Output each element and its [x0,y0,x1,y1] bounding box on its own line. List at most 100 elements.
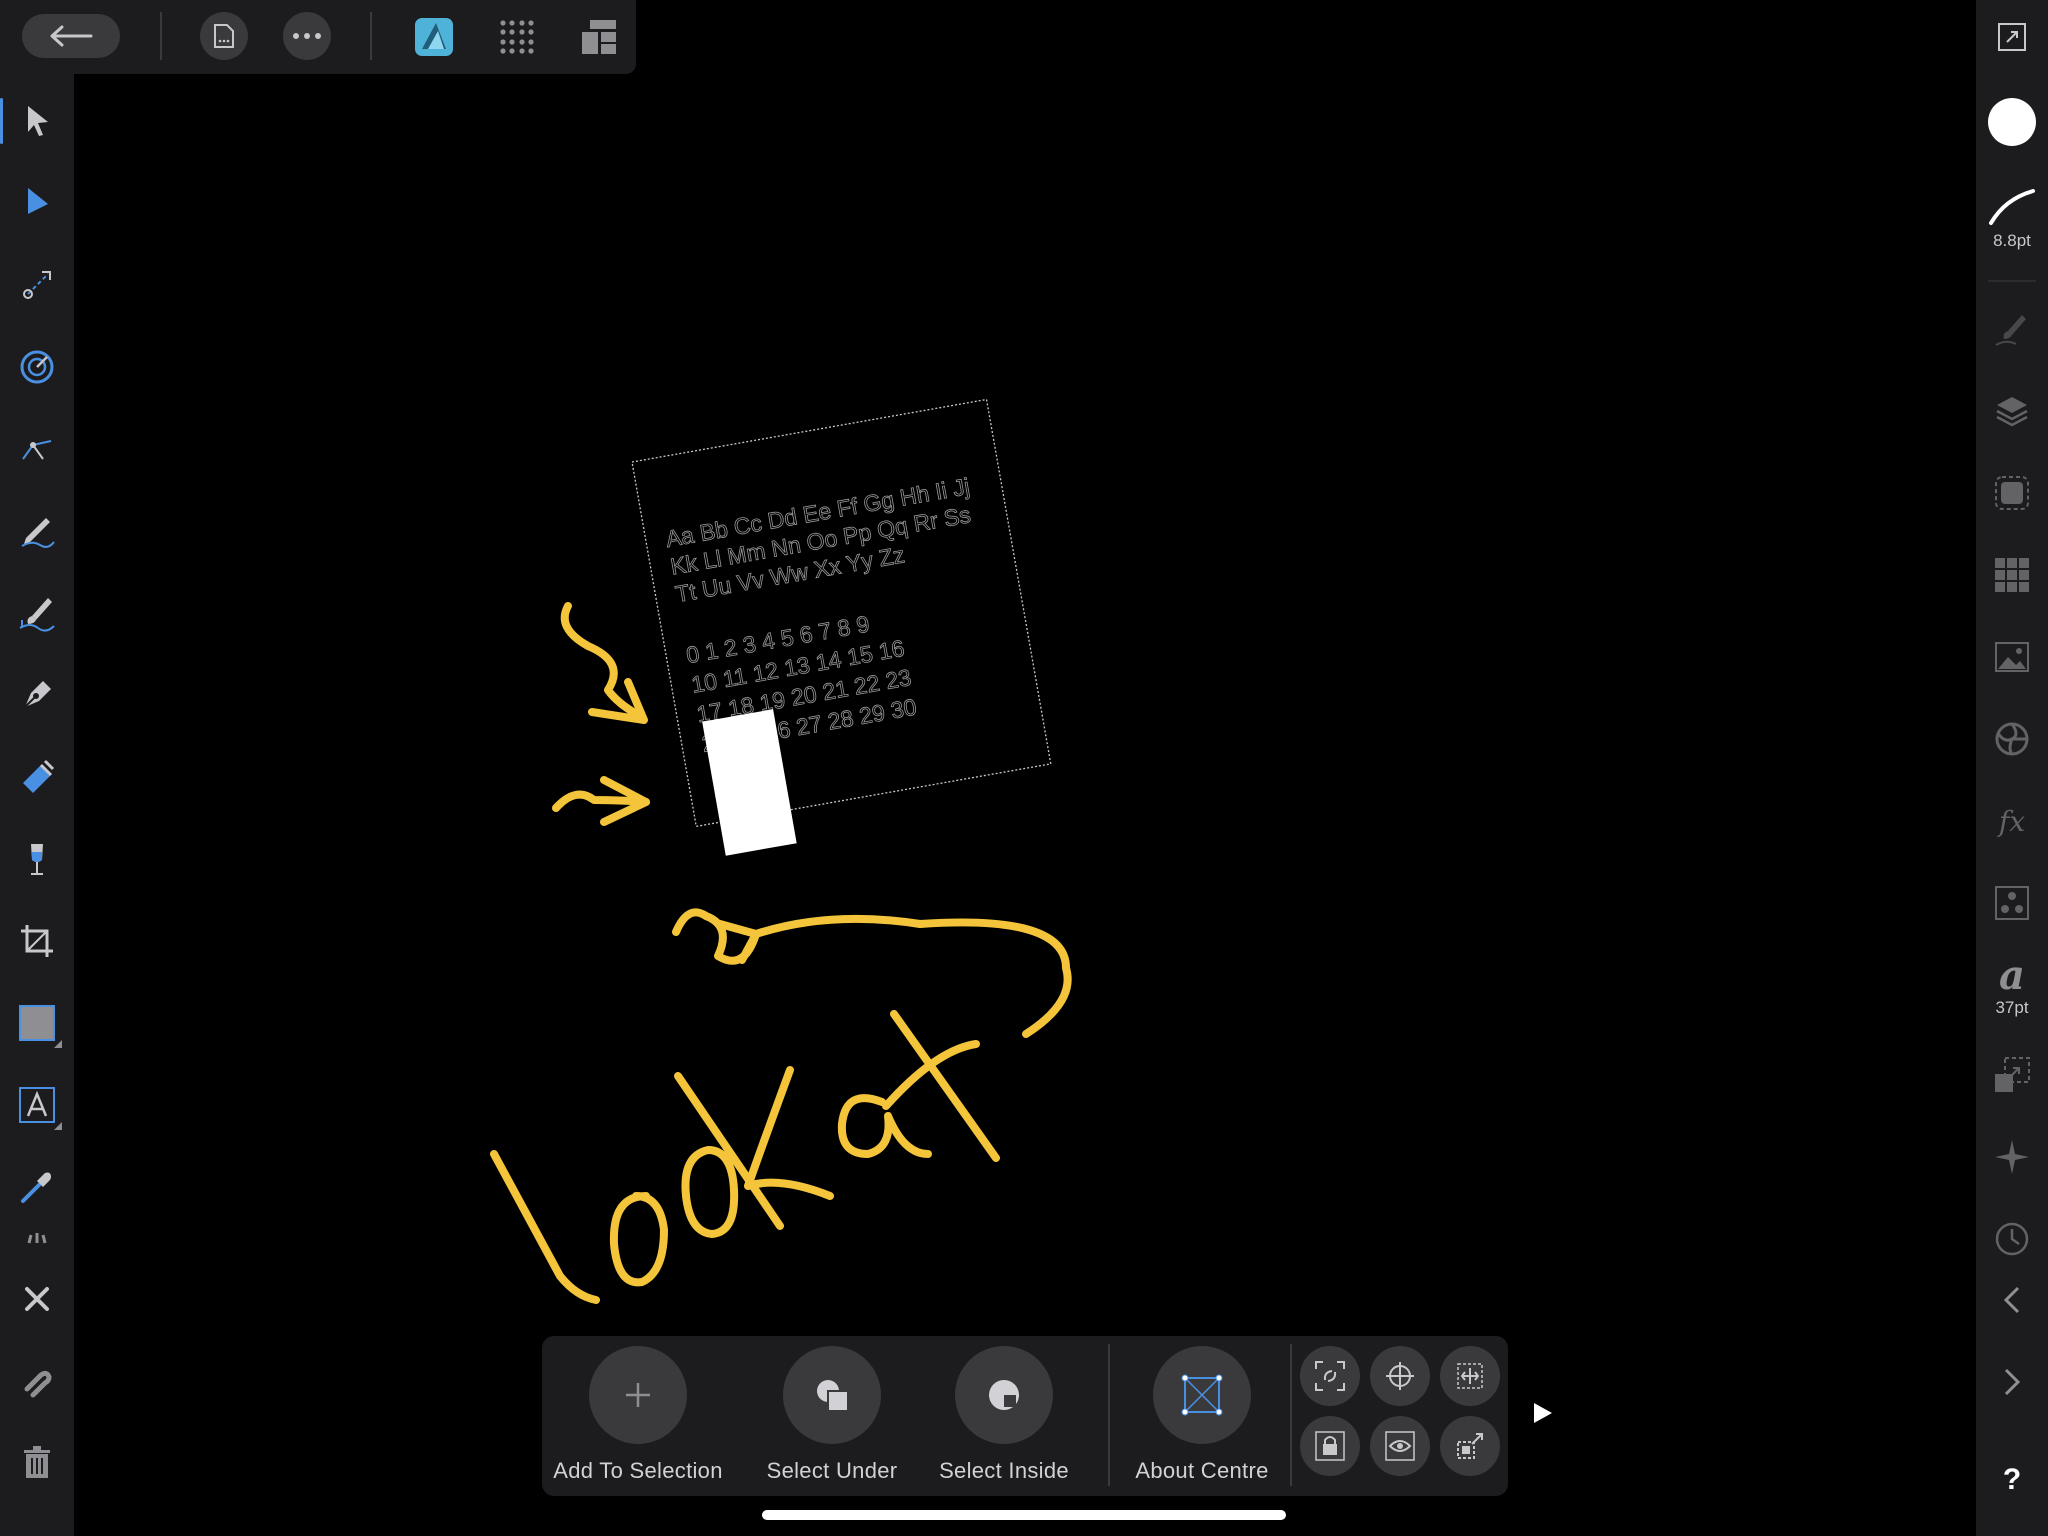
layers-icon [1996,397,2028,427]
export-persona-button[interactable] [576,14,622,60]
previous-button[interactable] [1976,1280,2048,1320]
arrow-upper-stroke [560,602,644,720]
transparency-tool-icon [31,844,43,875]
visibility-button[interactable] [1370,1416,1430,1476]
crop-tool-button[interactable] [8,912,66,970]
document-canvas[interactable]: Aa Bb Cc Dd Ee Ff Gg Hh Ii Jj Kk Ll Mm N… [74,74,1976,1536]
letter-k-arm [744,1066,834,1200]
chevron-left-icon [2003,1286,2020,1314]
artboard[interactable]: Aa Bb Cc Dd Ee Ff Gg Hh Ii Jj Kk Ll Mm N… [631,398,1057,859]
help-button[interactable]: ? [1976,1460,2048,1500]
layers-panel-button[interactable] [1976,386,2048,436]
select-inside-label: Select Inside [939,1458,1069,1483]
color-wheel-icon [1995,722,2029,756]
snapping-button[interactable] [8,1352,66,1410]
color-picker-tool-button[interactable] [8,1158,66,1216]
transform-panel-button[interactable] [1976,1050,2048,1100]
fullscreen-button[interactable] [1976,14,2048,60]
swatches-panel-button[interactable] [1976,550,2048,600]
back-button[interactable] [22,14,120,58]
transparency-tool-button[interactable] [8,830,66,888]
left-toolbar [0,74,74,1536]
swatches-icon [1995,558,2029,592]
symbols-panel-button[interactable] [1976,878,2048,928]
rectangle-tool-button[interactable] [8,994,66,1052]
designer-persona-button[interactable] [410,14,458,60]
context-toolbar: Add To Selection Select Under Select Ins… [542,1336,1508,1496]
about-centre-button[interactable]: About Centre [1126,1346,1278,1484]
close-button[interactable] [8,1270,66,1328]
fill-color-swatch[interactable] [1976,94,2048,150]
text-tool-icon [19,1087,55,1123]
transform-origin-button[interactable] [1440,1416,1500,1476]
more-button[interactable] [283,12,331,60]
font-size-label: 37pt [1995,998,2029,1017]
letter-o-2 [681,1146,739,1238]
transform-origin-icon [1457,1433,1483,1459]
corner-tool-icon [20,350,54,384]
document-button[interactable] [200,12,248,60]
next-button[interactable] [1976,1362,2048,1402]
pencil-tool-button[interactable] [8,502,66,560]
fill-tool-icon [23,759,55,793]
document-icon [214,24,234,48]
move-tool-icon [28,106,48,136]
fill-tool-button[interactable] [8,748,66,806]
transform-icon [1995,1057,2030,1092]
fill-color-icon [1988,98,2036,146]
contour-tool-button[interactable] [8,420,66,478]
distribute-icon [1457,1363,1483,1389]
trash-icon [24,1446,50,1478]
navigator-icon [1995,1140,2029,1174]
effects-panel-button[interactable]: fx [1976,796,2048,846]
select-inside-icon [989,1380,1019,1410]
vector-brush-tool-button[interactable] [8,584,66,642]
distribute-button[interactable] [1440,1346,1500,1406]
add-to-selection-button[interactable]: Add To Selection [552,1346,724,1484]
plus-icon [626,1383,650,1407]
select-under-button[interactable]: Select Under [756,1346,908,1484]
home-indicator[interactable] [762,1510,1286,1520]
play-icon [1534,1403,1552,1423]
color-wheel-panel-button[interactable] [1976,714,2048,764]
about-centre-label: About Centre [1135,1458,1269,1483]
flyout-indicator [54,1040,62,1048]
stock-panel-button[interactable] [1976,632,2048,682]
select-inside-circle [955,1346,1053,1444]
rectangle-tool-icon [19,1005,55,1041]
expand-context-toolbar-button[interactable] [1528,1398,1558,1428]
about-centre-icon [1181,1374,1223,1416]
snap-selection-icon [1315,1361,1345,1391]
more-tools-button[interactable] [8,1220,66,1256]
pen-tool-button[interactable] [8,666,66,724]
move-tool-button[interactable] [0,92,66,150]
artistic-text-tool-button[interactable] [8,1076,66,1134]
centre-target-button[interactable] [1370,1346,1430,1406]
select-inside-button[interactable]: Select Inside [926,1346,1082,1484]
brush-stroke-icon [1989,189,2035,225]
snap-to-selection-button[interactable] [1300,1346,1360,1406]
lock-button[interactable] [1300,1416,1360,1476]
context-divider [1290,1344,1292,1486]
appearance-icon [1995,476,2029,510]
point-transform-tool-button[interactable] [8,256,66,314]
back-arrow-icon [50,25,93,47]
stroke-width-control[interactable]: 8.8pt [1976,172,2048,262]
navigator-panel-button[interactable] [1976,1132,2048,1182]
symbols-icon [1995,886,2029,920]
crosshair-icon [1386,1362,1414,1390]
delete-button[interactable] [8,1434,66,1492]
more-tools-icon [27,1233,47,1244]
brushes-panel-button[interactable] [1976,304,2048,354]
history-icon [1995,1222,2029,1256]
corner-tool-button[interactable] [8,338,66,396]
letter-l [490,1150,600,1304]
appearance-panel-button[interactable] [1976,468,2048,518]
history-panel-button[interactable] [1976,1214,2048,1264]
pixel-persona-button[interactable] [494,14,540,60]
node-tool-button[interactable] [8,174,66,232]
letter-t-bar [882,1040,980,1110]
stroke-width-label: 8.8pt [1993,231,2031,250]
text-style-panel-button[interactable]: a 37pt [1976,952,2048,1022]
flyout-indicator [54,1122,62,1130]
